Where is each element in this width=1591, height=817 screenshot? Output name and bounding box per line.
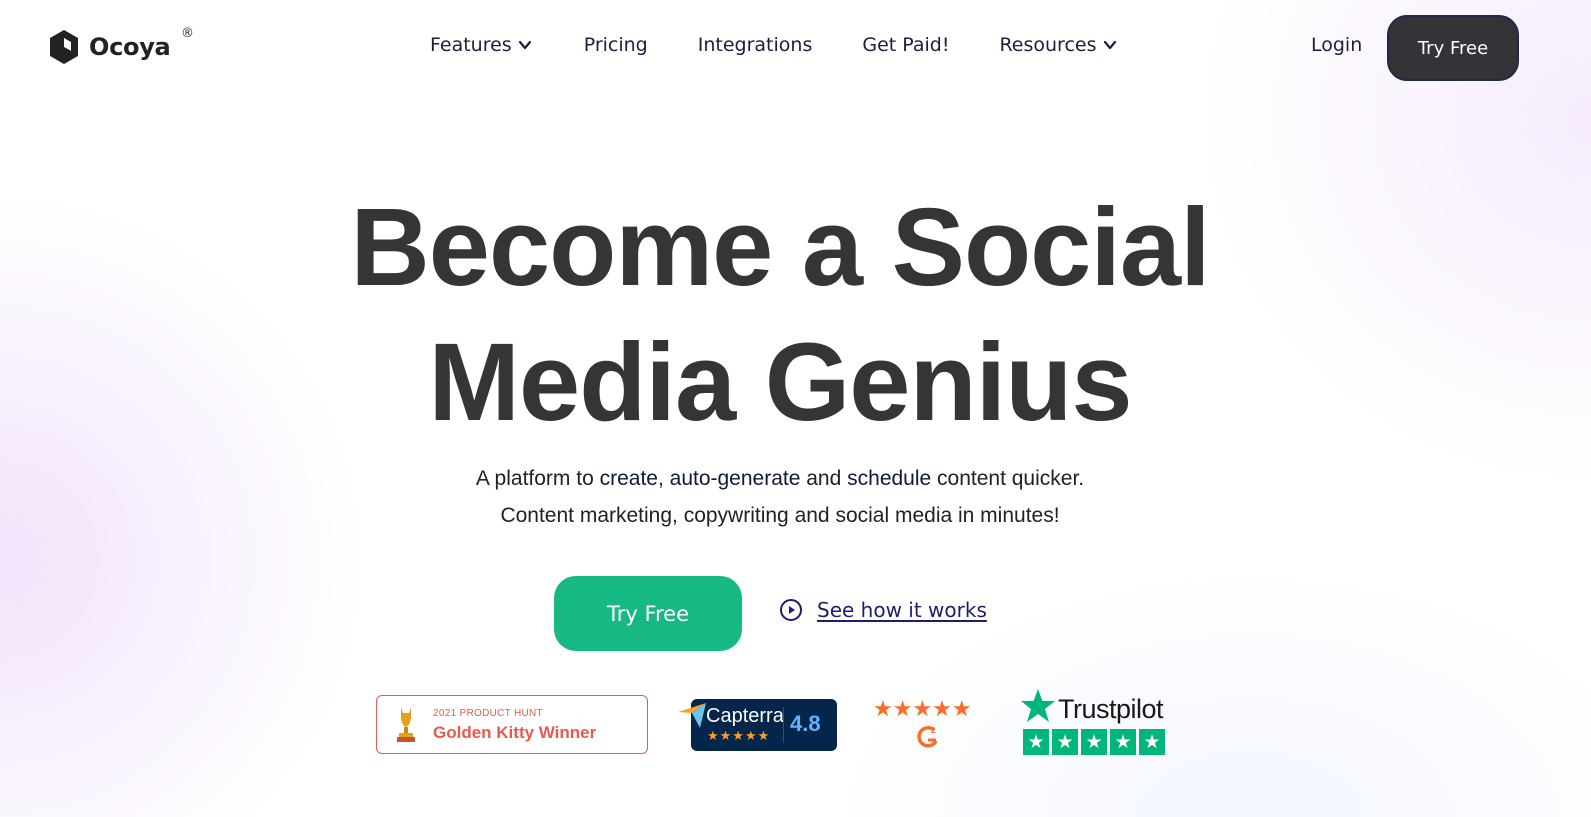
capterra-stars-icon: ★★★★★: [707, 729, 771, 744]
golden-kitty-title: Golden Kitty Winner: [433, 723, 597, 742]
brand-name: Ocoya: [89, 33, 171, 61]
trustpilot-star-box: ★: [1023, 729, 1049, 755]
registered-mark: ®: [181, 26, 194, 41]
logo[interactable]: Ocoya ®: [48, 26, 194, 65]
hero-title-line2: Media Genius: [428, 321, 1132, 444]
try-free-nav-button[interactable]: Try Free: [1387, 15, 1519, 81]
nav-item-label: Get Paid!: [862, 34, 950, 56]
product-hunt-year-label: 2021 PRODUCT HUNT: [433, 708, 543, 719]
subtitle-text: and: [800, 467, 848, 490]
trustpilot-star-box: ★: [1110, 729, 1136, 755]
try-free-hero-button[interactable]: Try Free: [554, 576, 742, 651]
nav-item-resources[interactable]: Resources: [999, 34, 1116, 56]
golden-kitty-trophy-icon: [397, 707, 415, 742]
capterra-name: Capterra: [706, 705, 784, 727]
trustpilot-star-box: ★: [1081, 729, 1107, 755]
g2-logo-icon: 2: [917, 726, 938, 748]
nav-item-integrations[interactable]: Integrations: [698, 34, 813, 56]
svg-text:2: 2: [931, 726, 936, 735]
nav-item-label: Integrations: [697, 34, 813, 56]
subtitle-text: A platform to: [475, 467, 600, 490]
nav-item-label: Pricing: [583, 34, 648, 56]
product-hunt-badge[interactable]: 2021 PRODUCT HUNT Golden Kitty Winner: [376, 695, 648, 754]
capterra-divider: [783, 707, 784, 743]
subtitle-keyword-create: create: [599, 467, 658, 490]
top-nav: Ocoya ® Features Pricing Integrations Ge…: [0, 0, 1591, 96]
nav-item-pricing[interactable]: Pricing: [584, 34, 648, 56]
trustpilot-badge[interactable]: Trustpilot ★ ★ ★ ★ ★: [1020, 688, 1172, 758]
hero-subtitle: A platform to create, auto-generate and …: [0, 460, 1560, 534]
subtitle-keyword-auto-generate: auto-generate: [669, 467, 801, 490]
see-how-it-works-link[interactable]: See how it works: [779, 598, 987, 622]
play-circle-icon: [780, 599, 802, 621]
subtitle-text: content quicker.: [931, 467, 1085, 490]
g2-badge[interactable]: ★★★★★ 2: [873, 697, 985, 753]
chevron-down-icon: [518, 40, 531, 50]
login-link[interactable]: Login: [1311, 34, 1362, 56]
ocoya-logo-icon: [50, 30, 78, 64]
nav-item-features[interactable]: Features: [430, 34, 532, 56]
nav-item-get-paid[interactable]: Get Paid!: [862, 34, 949, 56]
see-how-it-works-label: See how it works: [817, 598, 987, 622]
chevron-down-icon: [1103, 40, 1116, 50]
trustpilot-star-box: ★: [1052, 729, 1078, 755]
hero-title-line1: Become a Social: [350, 186, 1210, 309]
main-menu: Features Pricing Integrations Get Paid! …: [430, 34, 1117, 56]
subtitle-keyword-schedule: schedule: [847, 467, 932, 490]
subtitle-text: ,: [657, 467, 670, 490]
trustpilot-star-box: ★: [1139, 729, 1165, 755]
g2-stars-icon: ★★★★★: [873, 697, 972, 722]
trustpilot-name: Trustpilot: [1058, 694, 1164, 724]
nav-item-label: Resources: [999, 34, 1097, 56]
trustpilot-rating-stars: ★ ★ ★ ★ ★: [1023, 729, 1165, 755]
capterra-rating: 4.8: [790, 711, 821, 736]
capterra-badge[interactable]: Capterra ★★★★★ 4.8: [678, 699, 837, 751]
trustpilot-star-icon: [1021, 689, 1055, 722]
capterra-arrow-icon: [678, 703, 706, 728]
subtitle-line2: Content marketing, copywriting and socia…: [500, 504, 1060, 527]
nav-item-label: Features: [430, 34, 512, 56]
hero-title: Become a Social Media Genius: [0, 180, 1560, 450]
